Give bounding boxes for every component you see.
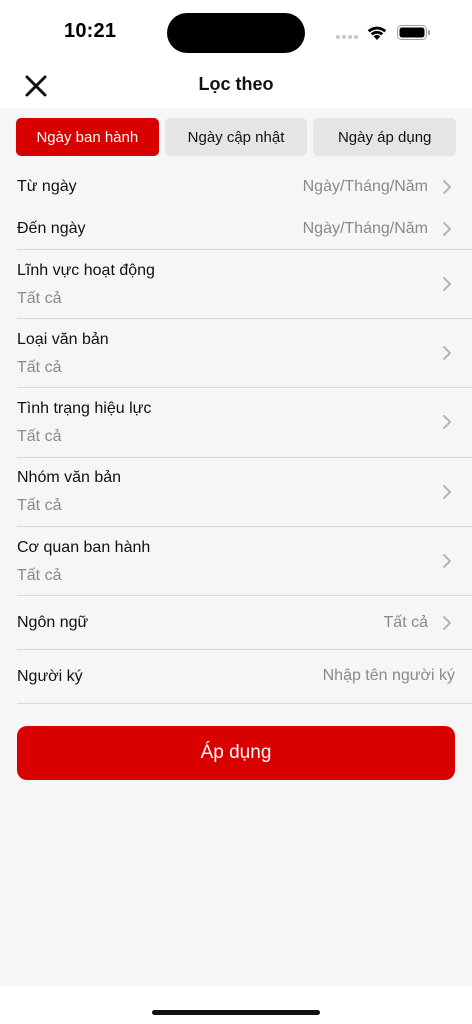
issuer-label: Cơ quan ban hành: [17, 539, 151, 556]
tab-effective-date[interactable]: Ngày áp dụng: [313, 118, 457, 156]
chevron-right-icon: [443, 554, 451, 568]
dynamic-island: [167, 13, 305, 53]
signer-row: Người ký: [0, 650, 472, 703]
chevron-right-icon: [443, 222, 451, 236]
chevron-right-icon: [443, 277, 451, 291]
to-date-label: Đến ngày: [17, 220, 86, 237]
chevron-right-icon: [443, 346, 451, 360]
language-row[interactable]: Ngôn ngữ Tất cả: [0, 596, 472, 649]
battery-icon: [397, 25, 430, 40]
signer-input[interactable]: [235, 667, 455, 685]
doc-type-row[interactable]: Loại văn bản Tất cả: [0, 319, 472, 388]
language-label: Ngôn ngữ: [17, 614, 89, 631]
validity-label: Tình trạng hiệu lực: [17, 400, 152, 417]
from-date-value: Ngày/Tháng/Năm: [302, 178, 428, 195]
language-value: Tất cả: [383, 614, 428, 631]
nav-bar: Lọc theo: [0, 64, 472, 108]
from-date-row[interactable]: Từ ngày Ngày/Tháng/Năm: [0, 166, 472, 208]
field-value: Tất cả: [17, 290, 62, 307]
from-date-label: Từ ngày: [17, 178, 77, 195]
doc-type-value: Tất cả: [17, 359, 62, 376]
doc-type-label: Loại văn bản: [17, 331, 109, 348]
home-indicator-area: [0, 986, 472, 1024]
status-bar: 10:21: [0, 0, 472, 64]
field-row[interactable]: Lĩnh vực hoạt động Tất cả: [0, 250, 472, 319]
home-indicator: [152, 1010, 320, 1015]
divider: [17, 703, 472, 704]
to-date-row[interactable]: Đến ngày Ngày/Tháng/Năm: [0, 208, 472, 250]
doc-group-row[interactable]: Nhóm văn bản Tất cả: [0, 458, 472, 527]
field-label: Lĩnh vực hoạt động: [17, 262, 155, 279]
chevron-right-icon: [443, 485, 451, 499]
wifi-icon: [367, 26, 387, 40]
chevron-right-icon: [443, 180, 451, 194]
validity-value: Tất cả: [17, 428, 62, 445]
filter-content: Ngày ban hành Ngày cập nhật Ngày áp dụng…: [0, 108, 472, 986]
tab-updated-date[interactable]: Ngày cập nhật: [164, 118, 308, 156]
date-type-tabs: Ngày ban hành Ngày cập nhật Ngày áp dụng: [16, 118, 457, 156]
issuer-value: Tất cả: [17, 567, 62, 584]
chevron-right-icon: [443, 616, 451, 630]
signer-label: Người ký: [17, 668, 83, 685]
cellular-signal-icon: [336, 34, 360, 40]
chevron-right-icon: [443, 415, 451, 429]
validity-row[interactable]: Tình trạng hiệu lực Tất cả: [0, 388, 472, 457]
status-time: 10:21: [64, 20, 117, 42]
issuer-row[interactable]: Cơ quan ban hành Tất cả: [0, 527, 472, 596]
page-title: Lọc theo: [198, 74, 274, 94]
doc-group-label: Nhóm văn bản: [17, 469, 122, 486]
apply-button[interactable]: Áp dụng: [17, 726, 455, 780]
tab-issued-date[interactable]: Ngày ban hành: [16, 118, 159, 156]
doc-group-value: Tất cả: [17, 497, 62, 514]
to-date-value: Ngày/Tháng/Năm: [302, 220, 428, 237]
